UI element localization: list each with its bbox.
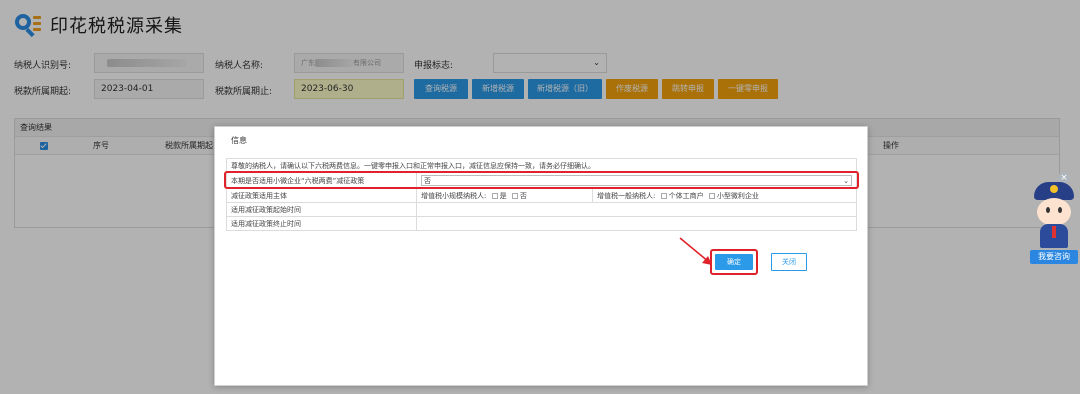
micro-label: 小型微利企业 [716, 191, 759, 200]
general-label: 增值税一般纳税人: [597, 191, 656, 200]
small-scale-no-checkbox[interactable] [511, 192, 518, 199]
consult-button[interactable]: 我要咨询 [1030, 250, 1078, 264]
info-dialog: 信息 尊敬的纳税人，请确认以下六税两费信息。一键零申报入口和正常申报入口，减征信… [214, 126, 868, 386]
individual-checkbox[interactable] [660, 192, 667, 199]
mascot-eye-left [1046, 207, 1050, 213]
end-time-label: 适用减征政策终止时间 [226, 216, 417, 231]
small-scale-yes-label: 是 [499, 191, 507, 200]
mascot-face [1037, 198, 1071, 226]
close-button[interactable]: 关闭 [771, 253, 807, 271]
assistant-widget[interactable]: × 我要咨询 [1030, 172, 1078, 264]
tax-policy-table: 尊敬的纳税人，请确认以下六税两费信息。一键零申报入口和正常申报入口，减征信息应保… [226, 158, 857, 231]
small-scale-no-label: 否 [519, 191, 527, 200]
small-scale-label: 增值税小规模纳税人: [421, 191, 487, 200]
start-time-value[interactable] [416, 202, 857, 217]
confirm-button-highlight: 确定 [710, 249, 758, 275]
mascot-eye-right [1058, 207, 1062, 213]
end-time-value[interactable] [416, 216, 857, 231]
badge-icon [1050, 185, 1058, 193]
dialog-title: 信息 [231, 136, 247, 145]
mascot-tie [1052, 226, 1056, 238]
small-scale-yes-checkbox[interactable] [491, 192, 498, 199]
small-scale-cell: 增值税小规模纳税人: 是 否 [416, 188, 593, 203]
policy-row-highlight [224, 171, 859, 189]
micro-checkbox[interactable] [708, 192, 715, 199]
general-cell: 增值税一般纳税人: 个体工商户 小型微利企业 [592, 188, 857, 203]
start-time-label: 适用减征政策起始时间 [226, 202, 417, 217]
confirm-button[interactable]: 确定 [715, 254, 753, 270]
subject-label: 减征政策适用主体 [226, 188, 417, 203]
individual-label: 个体工商户 [668, 191, 704, 200]
